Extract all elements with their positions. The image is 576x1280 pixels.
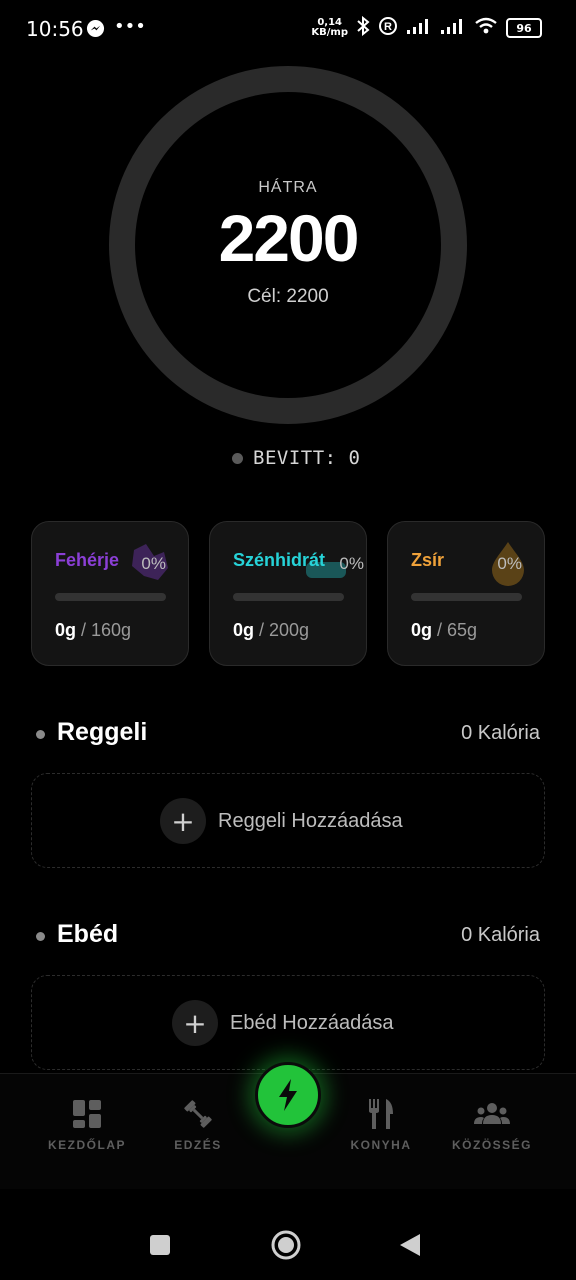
macro-percent: 0% xyxy=(497,554,522,573)
meal-dot xyxy=(36,730,45,739)
macro-percent: 0% xyxy=(339,554,364,573)
nav-workout[interactable]: EDZÉS xyxy=(143,1096,253,1152)
add-lunch-label: Ebéd Hozzáadása xyxy=(230,1011,394,1034)
back-button[interactable] xyxy=(399,1233,421,1261)
nav-workout-label: EDZÉS xyxy=(174,1138,222,1152)
system-nav-bar xyxy=(0,1200,576,1280)
svg-text:R: R xyxy=(384,21,392,33)
macro-card-carbs[interactable]: Szénhidrát 0% 0g / 200g xyxy=(209,521,367,666)
macro-name: Zsír xyxy=(411,550,445,570)
intake-text: BEVITT: 0 xyxy=(253,447,361,469)
signal-icon xyxy=(406,17,432,39)
status-bar: 10:56 ••• 0,14 KB/mp R 96 xyxy=(0,0,576,58)
recent-apps-button[interactable] xyxy=(149,1234,171,1260)
macro-name: Szénhidrát xyxy=(233,550,326,570)
intake-dot xyxy=(232,452,243,464)
meal-box-breakfast: + Reggeli Hozzáadása xyxy=(31,773,545,868)
signal-icon xyxy=(440,17,466,39)
status-time: 10:56 xyxy=(26,17,84,41)
meal-title-lunch: Ebéd xyxy=(57,920,119,948)
more-icon: ••• xyxy=(114,16,146,37)
dashboard-icon xyxy=(32,1096,142,1132)
add-lunch-button[interactable]: + Ebéd Hozzáadása xyxy=(172,1000,393,1046)
macro-name: Fehérje xyxy=(55,550,120,570)
add-breakfast-label: Reggeli Hozzáadása xyxy=(218,809,403,832)
dumbbell-icon xyxy=(143,1096,253,1132)
meal-box-lunch: + Ebéd Hozzáadása xyxy=(31,975,545,1070)
registered-icon: R xyxy=(378,16,398,40)
back-triangle-icon xyxy=(400,1234,420,1256)
macro-progress-bar xyxy=(55,593,166,601)
nav-community[interactable]: KÖZÖSSÉG xyxy=(437,1096,547,1152)
macro-amount: 0g / 200g xyxy=(233,620,310,640)
macro-card-fat[interactable]: Zsír 0% 0g / 65g xyxy=(387,521,545,666)
nav-community-label: KÖZÖSSÉG xyxy=(451,1138,532,1152)
macro-progress-bar xyxy=(411,593,522,601)
nav-kitchen-label: KONYHA xyxy=(350,1138,412,1152)
meal-dot xyxy=(36,932,45,941)
nav-kitchen[interactable]: KONYHA xyxy=(326,1096,436,1152)
macro-amount: 0g / 160g xyxy=(55,620,132,640)
plus-icon: + xyxy=(160,798,206,844)
add-breakfast-button[interactable]: + Reggeli Hozzáadása xyxy=(160,798,403,844)
wifi-icon xyxy=(474,17,498,39)
macro-card-protein[interactable]: Fehérje 0% 0g / 160g xyxy=(31,521,189,666)
meal-title-breakfast: Reggeli xyxy=(57,718,148,746)
network-speed: 0,14 KB/mp xyxy=(311,17,348,38)
remaining-calories: 2200 xyxy=(218,201,360,275)
messenger-icon xyxy=(86,19,105,42)
lightning-icon xyxy=(279,1079,297,1111)
battery-icon: 96 xyxy=(506,18,542,38)
group-icon xyxy=(437,1096,547,1132)
home-button[interactable] xyxy=(270,1229,302,1265)
macro-amount: 0g / 65g xyxy=(411,620,478,640)
nav-home[interactable]: KEZDŐLAP xyxy=(32,1096,142,1152)
meal-calories-breakfast: 0 Kalória xyxy=(461,722,540,744)
intake-indicator: BEVITT: 0 xyxy=(232,447,360,469)
macro-percent: 0% xyxy=(141,554,166,573)
bluetooth-icon xyxy=(356,15,370,40)
plus-icon: + xyxy=(172,1000,218,1046)
meal-calories-lunch: 0 Kalória xyxy=(461,924,540,946)
macro-progress-bar xyxy=(233,593,344,601)
fork-knife-icon xyxy=(326,1096,436,1132)
calorie-goal: Cél: 2200 xyxy=(247,286,329,307)
square-icon xyxy=(150,1235,170,1255)
remaining-label: HÁTRA xyxy=(258,179,318,196)
circle-icon xyxy=(271,1230,301,1260)
nav-home-label: KEZDŐLAP xyxy=(48,1138,126,1152)
quick-add-button[interactable] xyxy=(255,1062,321,1128)
